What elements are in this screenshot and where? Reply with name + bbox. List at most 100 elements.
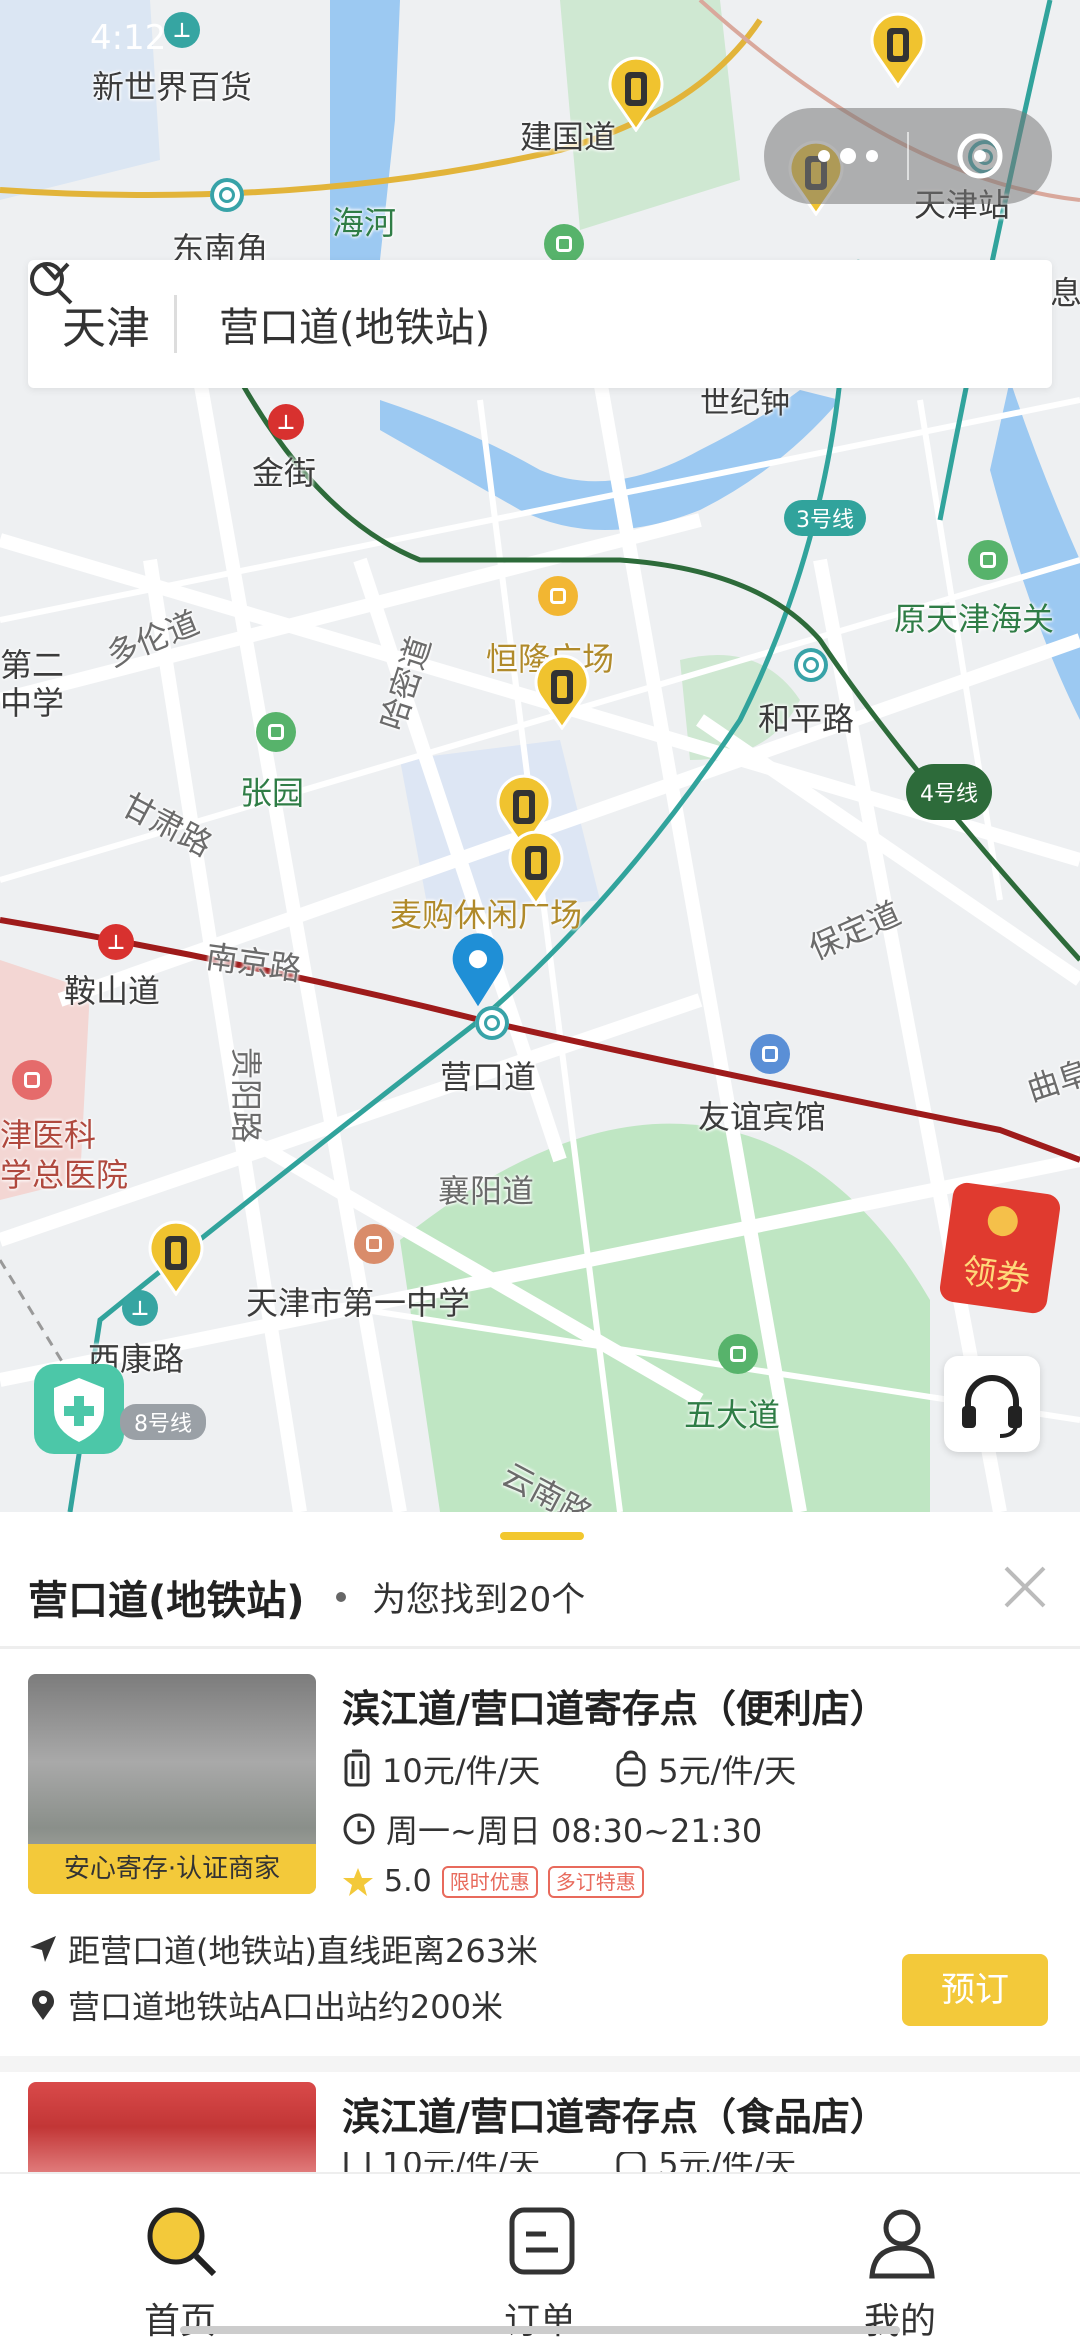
map-label: 海河 (332, 204, 397, 242)
home-indicator (180, 2326, 900, 2334)
mini-program-capsule[interactable] (764, 108, 1052, 204)
metro-red-icon: ⊥ (98, 924, 134, 960)
price-row: 10元/件/天 5元/件/天 (342, 1746, 796, 1792)
luggage-locker-pin-icon[interactable] (506, 830, 566, 906)
sheet-drag-handle[interactable] (500, 1532, 584, 1540)
hours-row: 周一~周日 08:30~21:30 (342, 1806, 762, 1852)
location-text: 营口道地铁站A口出站约200米 (68, 1988, 503, 2026)
map-label: 中学 (0, 684, 65, 722)
distance-text: 距营口道(地铁站)直线距离263米 (68, 1932, 539, 1970)
metro-red-icon: ⊥ (268, 404, 304, 440)
distance-row: 距营口道(地铁站)直线距离263米 (28, 1926, 538, 1972)
rating-value: 5.0 (384, 1864, 432, 1899)
book-button[interactable]: 预订 (902, 1954, 1048, 2026)
divider (0, 1646, 1080, 1649)
luggage-icon (344, 2152, 370, 2172)
line8-badge: 8号线 (120, 1404, 206, 1440)
map-label: 友谊宾馆 (698, 1098, 827, 1136)
profile-icon (869, 2209, 935, 2279)
scenic-spot-icon (256, 712, 296, 752)
tab-orders[interactable]: 订单 (440, 2174, 640, 2342)
hospital-icon (12, 1060, 52, 1100)
map-pin-icon (32, 1990, 54, 2020)
map-label: 鞍山道 (64, 972, 161, 1010)
shield-plus-icon (54, 1378, 104, 1442)
map-label: 新世界百货 (92, 68, 253, 106)
backpack-icon (616, 1750, 646, 1787)
map-label: 原天津海关 (894, 600, 1055, 638)
luggage-price: 10元/件/天 (382, 2152, 541, 2172)
coupon-label: 领券 (959, 1251, 1033, 1301)
scenic-spot-icon (544, 224, 584, 264)
tab-label: 订单 (503, 2301, 576, 2342)
search-input[interactable]: 营口道(地铁站) (219, 295, 490, 353)
bag-price: 5元/件/天 (658, 2152, 797, 2172)
backpack-icon (616, 2152, 646, 2172)
luggage-locker-pin-icon[interactable] (532, 654, 592, 730)
coupon-button[interactable]: 领券 (938, 1181, 1062, 1315)
map-label: 天津市第一中学 (246, 1284, 471, 1322)
map-label: 五大道 (684, 1396, 781, 1434)
line3-badge: 3号线 (784, 500, 866, 536)
results-count: 为您找到20个 (372, 1580, 586, 1620)
status-time: 4:12 (90, 18, 167, 58)
map-label: 和平路 (758, 700, 855, 738)
metro-station-icon (210, 178, 244, 212)
location-row: 营口道地铁站A口出站约200米 (28, 1982, 503, 2028)
price-row: 10元/件/天 5元/件/天 (342, 2152, 796, 2172)
metro-station-icon (794, 648, 828, 682)
limited-offer-tag: 限时优惠 (441, 1865, 538, 1898)
close-icon[interactable] (1000, 1562, 1050, 1612)
business-hours: 周一~周日 08:30~21:30 (386, 1812, 763, 1850)
city-selector[interactable]: 天津 (62, 292, 150, 356)
metro-teal-icon: ⊥ (164, 12, 200, 48)
bottom-tab-bar: 首页 订单 我的 (0, 2172, 1080, 2342)
multi-order-tag: 多订特惠 (547, 1865, 644, 1898)
map-label: 学总医院 (0, 1156, 129, 1194)
store-title[interactable]: 滨江道/营口道寄存点（便利店） (342, 1678, 888, 1733)
tab-home[interactable]: 首页 (80, 2174, 280, 2342)
mall-icon (538, 576, 578, 616)
search-icon (30, 262, 73, 305)
rating-row: 5.0 限时优惠 多订特惠 (342, 1864, 644, 1899)
coupon-coin-icon (985, 1204, 1020, 1239)
map-label: 贵阳路 (227, 1046, 266, 1144)
certified-badge: 安心寄存·认证商家 (28, 1844, 316, 1894)
search-home-icon (147, 2207, 217, 2277)
clock-icon (343, 1813, 375, 1845)
search-bar[interactable]: 天津 营口道(地铁站) (28, 260, 1052, 388)
separator-dot (336, 1592, 346, 1602)
hotel-icon (750, 1034, 790, 1074)
store-image (28, 2082, 316, 2172)
luggage-locker-pin-icon[interactable] (146, 1220, 206, 1296)
location-pin-icon (452, 933, 504, 1007)
store-photo[interactable] (28, 2082, 316, 2172)
luggage-locker-pin-icon[interactable] (868, 12, 928, 88)
capsule-icons (818, 132, 1003, 180)
metro-station-icon (475, 1006, 509, 1040)
navigation-arrow-icon (30, 1936, 56, 1962)
tab-label: 首页 (143, 2301, 216, 2342)
store-photo[interactable]: 安心寄存·认证商家 (28, 1674, 316, 1894)
scenic-spot-icon (968, 540, 1008, 580)
map-view[interactable]: ⊥ ⊥ ⊥ ⊥ 3号线 4号线 新世界百货 建国道 天津站 东南角 海河 息利 … (0, 0, 1080, 1512)
tab-profile[interactable]: 我的 (800, 2174, 1000, 2342)
map-label: 襄阳道 (438, 1172, 535, 1210)
store-title[interactable]: 滨江道/营口道寄存点（食品店） (342, 2086, 888, 2141)
luggage-locker-pin-icon[interactable] (606, 56, 666, 132)
map-label: 息利 (1050, 274, 1080, 312)
orders-icon (509, 2207, 575, 2275)
safety-shield-button[interactable] (34, 1364, 124, 1454)
map-label: 建国道 (520, 118, 617, 156)
divider (174, 295, 177, 353)
scenic-spot-icon (718, 1334, 758, 1374)
bag-price: 5元/件/天 (658, 1752, 797, 1790)
map-label: 张园 (240, 774, 305, 812)
star-icon (343, 1867, 373, 1896)
map-label: 金街 (252, 454, 317, 492)
school-icon (354, 1224, 394, 1264)
results-title: 营口道(地铁站) (28, 1578, 305, 1624)
card-separator (0, 2056, 1080, 2072)
customer-service-button[interactable] (944, 1356, 1040, 1452)
tab-label: 我的 (863, 2301, 936, 2342)
